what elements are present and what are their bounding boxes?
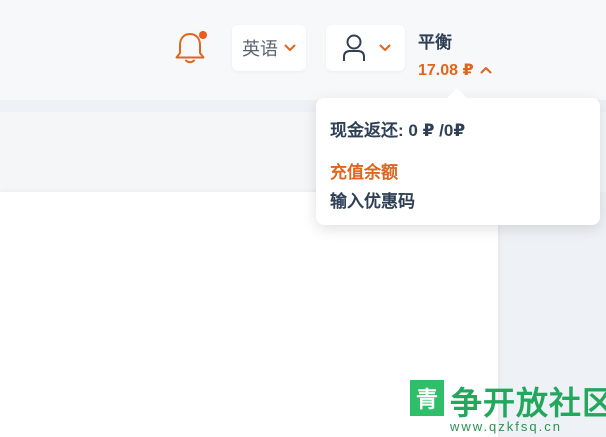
balance-title: 平衡: [418, 33, 452, 52]
cashback-value: 0 ₽: [408, 121, 435, 140]
balance-amount: 17.08 ₽: [418, 62, 474, 79]
user-icon: [342, 34, 365, 61]
chevron-down-icon: [379, 44, 390, 51]
watermark: 青 争开放社区 www.qzkfsq.cn: [410, 378, 606, 437]
cashback-row: 现金返还: 0 ₽ /0₽: [330, 116, 465, 141]
cashback-label: 现金返还:: [330, 121, 404, 140]
notifications-button[interactable]: [170, 28, 210, 68]
enter-promo-code-link[interactable]: 输入优惠码: [330, 187, 415, 212]
chevron-up-icon: [480, 67, 492, 74]
language-label: 英语: [242, 39, 278, 59]
notification-badge-dot: [199, 31, 207, 39]
user-menu-button[interactable]: [326, 25, 405, 71]
cashback-total: 0₽: [443, 121, 466, 140]
balance-toggle[interactable]: 平衡 17.08 ₽: [418, 28, 492, 80]
watermark-name: 争开放社区: [450, 385, 606, 421]
topup-balance-link[interactable]: 充值余额: [330, 158, 398, 183]
balance-dropdown: 现金返还: 0 ₽ /0₽ 充值余额 输入优惠码: [316, 88, 600, 225]
watermark-logo: 青: [410, 380, 444, 416]
chevron-down-icon: [284, 44, 296, 51]
language-selector[interactable]: 英语: [232, 25, 306, 71]
watermark-url: www.qzkfsq.cn: [450, 419, 562, 434]
